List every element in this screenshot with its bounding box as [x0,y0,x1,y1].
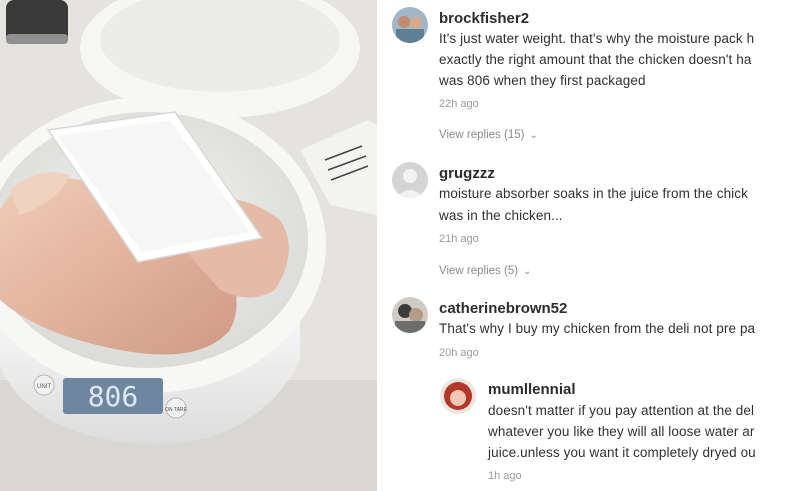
comment-text-line: exactly the right amount that the chicke… [439,52,752,67]
comment-text-line: doesn't matter if you pay attention at t… [488,403,755,418]
avatar[interactable] [392,7,428,43]
scale-reading: 806 [88,380,139,413]
comment-text-line: That's why I buy my chicken from the del… [439,321,756,336]
comment-list[interactable]: brockfisher2 It's just water weight. tha… [377,0,800,491]
comment-username[interactable]: grugzzz [439,165,495,182]
comment-timestamp: 22h ago [439,98,479,110]
comment-text-line: moisture absorber soaks in the juice fro… [439,186,748,201]
avatar[interactable] [392,162,428,198]
chicken-scale-photo: 806 UNIT ON TARE [0,0,377,491]
comment-text-line: It's just water weight. that's why the m… [439,31,755,46]
view-replies-label: View replies (15) [439,129,525,141]
comment-text-line: was in the chicken... [439,208,563,223]
view-replies-label: View replies (5) [439,265,519,277]
avatar[interactable] [440,378,476,414]
chevron-down-icon: ⌄ [529,130,538,141]
comment-text-line: whatever you like they will all loose wa… [488,424,755,439]
scale-tare-label: ON TARE [165,407,187,413]
comment-username[interactable]: catherinebrown52 [439,300,567,317]
comment-timestamp: 20h ago [439,347,479,359]
avatar[interactable] [392,297,428,333]
comment-username[interactable]: brockfisher2 [439,10,529,27]
view-replies-link[interactable]: View replies (15) ⌄ [439,129,538,141]
photo-illustration: 806 UNIT ON TARE [0,0,377,491]
comment-text-line: was 806 when they first packaged [439,73,646,88]
chevron-down-icon: ⌄ [523,266,532,277]
comment-text-line: juice.unless you want it completely drye… [488,445,756,460]
scale-unit-label: UNIT [37,384,51,390]
comment-timestamp: 21h ago [439,233,479,245]
comment-username[interactable]: mumllennial [488,381,576,398]
view-replies-link[interactable]: View replies (5) ⌄ [439,265,531,277]
comment-timestamp: 1h ago [488,470,522,482]
